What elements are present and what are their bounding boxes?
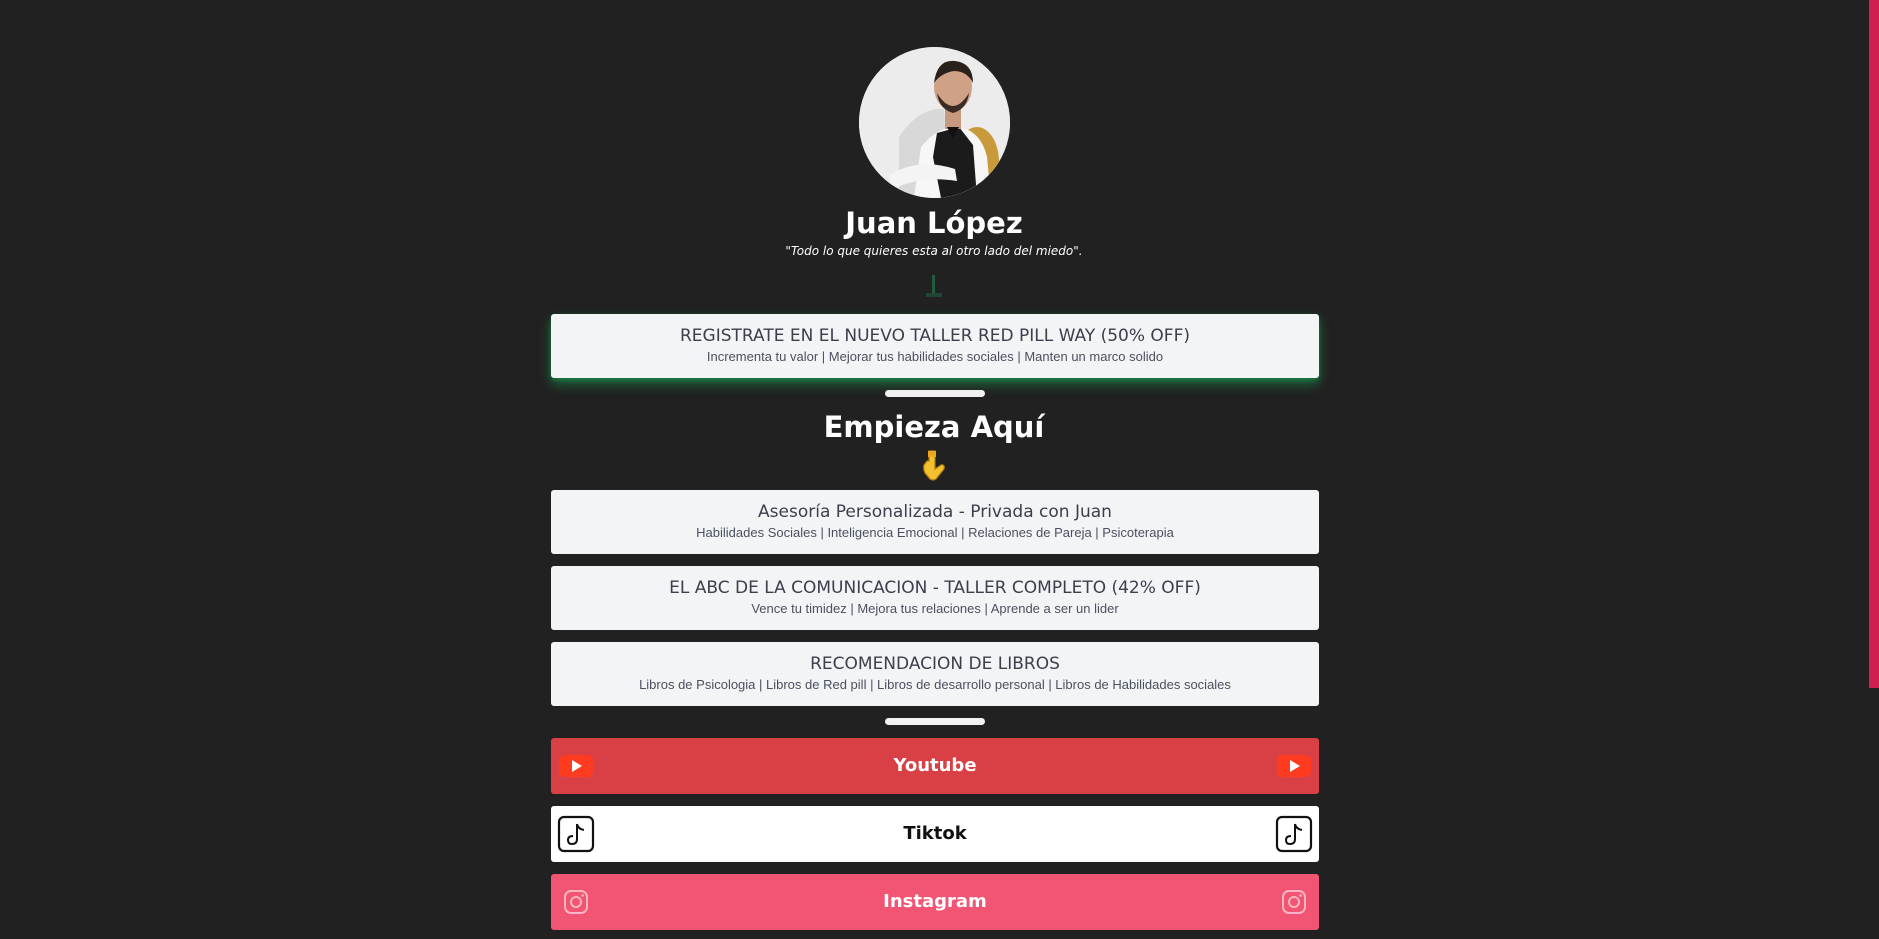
instagram-icon — [564, 890, 588, 914]
featured-link-title: REGISTRATE EN EL NUEVO TALLER RED PILL W… — [680, 326, 1190, 346]
link-card-subtitle: Habilidades Sociales | Inteligencia Emoc… — [696, 525, 1174, 540]
youtube-button[interactable]: Youtube — [551, 738, 1319, 794]
link-card-title: Asesoría Personalizada - Privada con Jua… — [758, 502, 1112, 522]
link-card-abc-comunicacion[interactable]: EL ABC DE LA COMUNICACION - TALLER COMPL… — [551, 566, 1319, 630]
scrollbar[interactable] — [1869, 0, 1879, 688]
profile-quote: "Todo lo que quieres esta al otro lado d… — [785, 244, 1083, 258]
link-card-asesoria[interactable]: Asesoría Personalizada - Privada con Jua… — [551, 490, 1319, 554]
profile-name: Juan López — [845, 206, 1023, 240]
youtube-icon — [559, 755, 593, 777]
section-heading: Empieza Aquí — [823, 410, 1045, 444]
tiktok-label: Tiktok — [903, 823, 967, 844]
link-card-title: RECOMENDACION DE LIBROS — [810, 654, 1060, 674]
link-card-subtitle: Vence tu timidez | Mejora tus relaciones… — [751, 601, 1119, 616]
linktree-page: Juan López "Todo lo que quieres esta al … — [0, 0, 1879, 939]
tiktok-icon — [1275, 815, 1313, 853]
divider — [885, 718, 985, 725]
instagram-button[interactable]: Instagram — [551, 874, 1319, 930]
link-card-subtitle: Libros de Psicologia | Libros de Red pil… — [639, 677, 1231, 692]
avatar — [859, 47, 1010, 198]
download-arrow-icon — [926, 275, 942, 297]
pointing-down-hand-icon — [923, 450, 945, 481]
tiktok-icon — [557, 815, 595, 853]
divider — [885, 390, 985, 397]
avatar-photo — [859, 47, 1010, 198]
youtube-label: Youtube — [893, 755, 977, 776]
featured-link-card[interactable]: REGISTRATE EN EL NUEVO TALLER RED PILL W… — [551, 314, 1319, 378]
link-card-libros[interactable]: RECOMENDACION DE LIBROS Libros de Psicol… — [551, 642, 1319, 706]
instagram-icon — [1282, 890, 1306, 914]
link-card-title: EL ABC DE LA COMUNICACION - TALLER COMPL… — [669, 578, 1201, 598]
tiktok-button[interactable]: Tiktok — [551, 806, 1319, 862]
youtube-icon — [1277, 755, 1311, 777]
featured-link-subtitle: Incrementa tu valor | Mejorar tus habili… — [706, 349, 1164, 364]
instagram-label: Instagram — [883, 891, 987, 912]
